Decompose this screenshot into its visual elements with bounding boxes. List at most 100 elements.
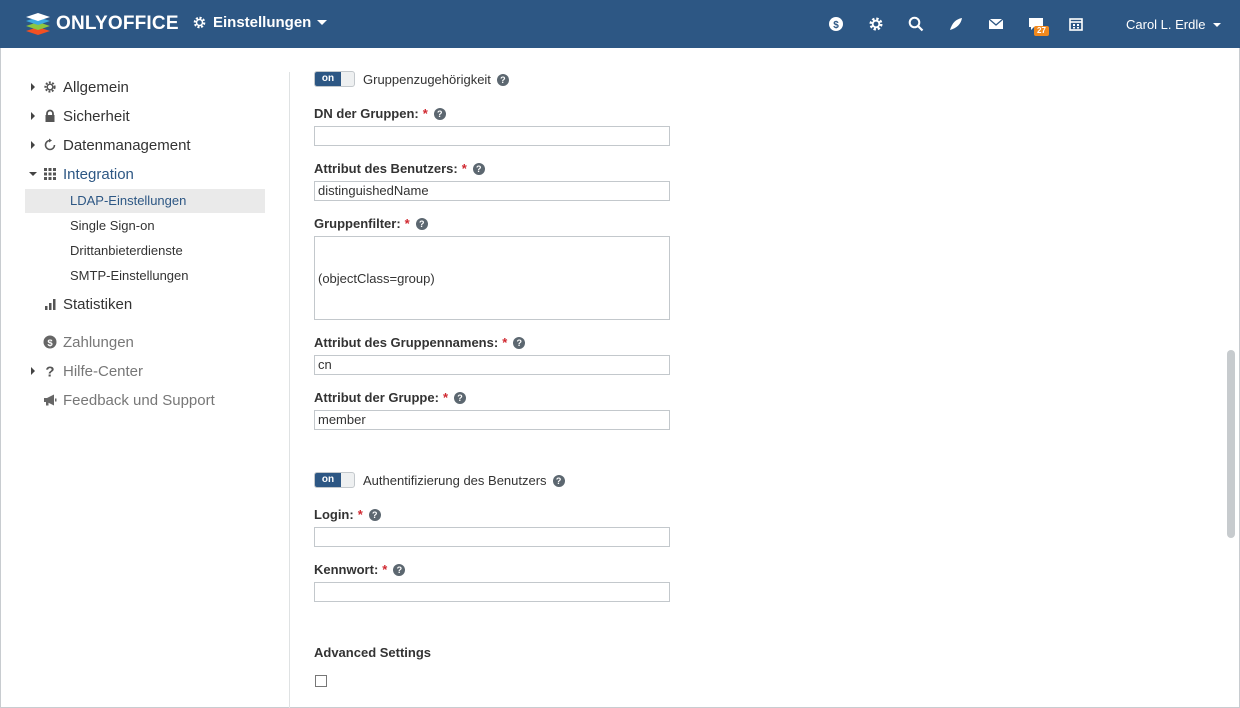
megaphone-icon	[42, 392, 58, 408]
user-attribute-label: Attribut des Benutzers: * ?	[314, 161, 485, 176]
sidebar-item-integration[interactable]: Integration	[28, 164, 134, 184]
sidebar-item-label: Zahlungen	[63, 333, 134, 351]
required-marker: *	[382, 562, 388, 577]
sidebar-item-feedback[interactable]: Feedback und Support	[28, 390, 215, 410]
sidebar-item-allgemein[interactable]: Allgemein	[28, 77, 129, 97]
sidebar-item-hilfe-center[interactable]: ? Hilfe-Center	[28, 361, 143, 381]
sidebar-item-label: Sicherheit	[63, 107, 130, 125]
group-attribute-input[interactable]: member	[314, 410, 670, 430]
expand-arrow-icon	[31, 112, 35, 120]
group-membership-label: Gruppenzugehörigkeit ?	[363, 72, 509, 87]
svg-text:?: ?	[45, 364, 54, 378]
group-membership-text: Gruppenzugehörigkeit	[363, 72, 491, 87]
sidebar-item-label: Statistiken	[63, 295, 133, 313]
expand-arrow-icon	[31, 83, 35, 91]
user-auth-text: Authentifizierung des Benutzers	[363, 473, 547, 488]
module-switcher[interactable]: Einstellungen	[192, 14, 328, 31]
sidebar-item-label: Feedback und Support	[63, 391, 215, 409]
vertical-scrollbar[interactable]	[1227, 350, 1235, 538]
help-icon[interactable]: ?	[433, 107, 446, 120]
required-marker: *	[357, 507, 363, 522]
sidebar-item-label: Integration	[63, 165, 134, 183]
sidebar-item-statistiken[interactable]: Statistiken	[28, 294, 132, 314]
chevron-down-icon	[317, 20, 328, 25]
expand-arrow-icon	[31, 141, 35, 149]
sidebar-subitem-smtp[interactable]: SMTP-Einstellungen	[70, 267, 189, 285]
sidebar-item-label: Hilfe-Center	[63, 362, 144, 380]
sidebar-item-label: Allgemein	[63, 78, 129, 96]
user-attribute-input[interactable]: distinguishedName	[314, 181, 670, 201]
password-input[interactable]	[314, 582, 670, 602]
dollar-icon: $	[42, 334, 58, 350]
required-marker: *	[422, 106, 428, 121]
help-icon[interactable]: ?	[496, 73, 509, 86]
gear-icon	[42, 79, 58, 95]
svg-text:$: $	[833, 20, 839, 31]
expand-arrow-icon	[31, 367, 35, 375]
required-marker: *	[461, 161, 467, 176]
help-icon[interactable]: ?	[454, 391, 466, 404]
group-filter-text: Gruppenfilter:	[314, 216, 401, 231]
mail-icon[interactable]	[986, 14, 1006, 34]
user-auth-label: Authentifizierung des Benutzers ?	[363, 473, 565, 488]
group-name-attribute-input[interactable]: cn	[314, 355, 670, 375]
group-dn-input[interactable]	[314, 126, 670, 146]
chevron-down-icon	[1213, 22, 1222, 27]
user-name: Carol L. Erdle	[1126, 17, 1206, 32]
calendar-icon[interactable]	[1066, 14, 1086, 34]
logo[interactable]: ONLYOFFICE	[25, 12, 179, 36]
required-marker: *	[404, 216, 410, 231]
help-icon[interactable]: ?	[393, 563, 406, 576]
sidebar-item-datenmanagement[interactable]: Datenmanagement	[28, 135, 191, 155]
sidebar-subitem-sso[interactable]: Single Sign-on	[70, 217, 155, 235]
svg-text:$: $	[47, 338, 53, 349]
logo-text: ONLYOFFICE	[56, 13, 179, 34]
sidebar-item-zahlungen[interactable]: $ Zahlungen	[28, 332, 134, 352]
group-filter-label: Gruppenfilter: * ?	[314, 216, 428, 231]
group-attribute-text: Attribut der Gruppe:	[314, 390, 439, 405]
sidebar-subitem-ldap[interactable]: LDAP-Einstellungen	[70, 192, 186, 210]
top-header: ONLYOFFICE Einstellungen $ 27 Carol L. E…	[0, 0, 1240, 48]
payment-icon[interactable]: $	[826, 14, 846, 34]
toggle-on-label: on	[315, 473, 341, 487]
sidebar-item-sicherheit[interactable]: Sicherheit	[28, 106, 130, 126]
group-dn-label: DN der Gruppen: * ?	[314, 106, 446, 121]
collapse-arrow-icon	[29, 172, 37, 176]
settings-icon[interactable]	[866, 14, 886, 34]
help-icon[interactable]: ?	[552, 474, 565, 487]
onlyoffice-logo-icon	[26, 13, 50, 35]
feed-icon[interactable]	[946, 14, 966, 34]
required-marker: *	[502, 335, 508, 350]
group-name-attribute-text: Attribut des Gruppennamens:	[314, 335, 499, 350]
search-icon[interactable]	[906, 14, 926, 34]
help-icon[interactable]: ?	[513, 336, 526, 349]
user-auth-toggle[interactable]: on	[314, 472, 355, 488]
group-filter-value: (objectClass=group)	[318, 270, 435, 286]
password-label: Kennwort: * ?	[314, 562, 406, 577]
user-attribute-text: Attribut des Benutzers:	[314, 161, 458, 176]
advanced-settings-title: Advanced Settings	[314, 645, 432, 660]
refresh-icon	[42, 137, 58, 153]
module-title: Einstellungen	[213, 14, 312, 31]
login-input[interactable]	[314, 527, 670, 547]
help-icon[interactable]: ?	[368, 508, 381, 521]
question-icon: ?	[42, 363, 58, 379]
group-name-attribute-label: Attribut des Gruppennamens: * ?	[314, 335, 526, 350]
bar-chart-icon	[42, 296, 58, 312]
sidebar-divider	[289, 72, 290, 708]
help-icon[interactable]: ?	[472, 162, 485, 175]
advanced-option-checkbox[interactable]	[315, 675, 327, 687]
chat-icon[interactable]: 27	[1026, 14, 1049, 36]
help-icon[interactable]: ?	[415, 217, 428, 230]
group-dn-text: DN der Gruppen:	[314, 106, 419, 121]
password-text: Kennwort:	[314, 562, 379, 577]
required-marker: *	[442, 390, 448, 405]
sidebar-subitem-third-party[interactable]: Drittanbieterdienste	[70, 242, 183, 260]
login-label: Login: * ?	[314, 507, 381, 522]
group-filter-textarea[interactable]: (objectClass=group)	[314, 236, 670, 320]
user-menu[interactable]: Carol L. Erdle	[1126, 17, 1222, 32]
login-text: Login:	[314, 507, 354, 522]
group-membership-toggle[interactable]: on	[314, 71, 355, 87]
group-attribute-label: Attribut der Gruppe: * ?	[314, 390, 466, 405]
lock-icon	[42, 108, 58, 124]
